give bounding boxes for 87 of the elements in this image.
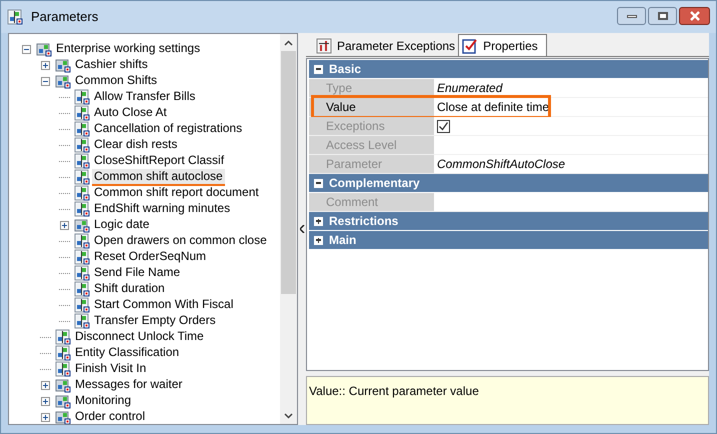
tree-item[interactable]: Finish Visit In [73, 360, 148, 378]
property-label: Parameter [326, 156, 382, 173]
parameter-icon [74, 89, 90, 105]
tree-item[interactable]: Auto Close At [92, 104, 169, 122]
tree-item[interactable]: Disconnect Unlock Time [73, 328, 206, 346]
tree-item[interactable]: Open drawers on common close [92, 232, 269, 250]
parameter-icon [55, 345, 71, 361]
category-header: Restrictions [329, 213, 398, 230]
collapse-toggle[interactable] [41, 76, 50, 86]
category-header: Main [329, 232, 356, 249]
minimize-button[interactable] [617, 7, 646, 25]
parameter-icon [74, 281, 90, 297]
expand-toggle[interactable] [41, 60, 50, 70]
parameter-icon [55, 329, 71, 345]
tree-item[interactable]: CloseShiftReport Classif [92, 152, 226, 170]
tree-item[interactable]: Common Shifts [73, 72, 160, 90]
parameter-icon [74, 313, 90, 329]
close-button[interactable] [679, 7, 710, 25]
close-icon [688, 11, 700, 21]
collapse-toggle[interactable] [314, 64, 323, 74]
checklist-icon [462, 38, 478, 54]
expand-toggle[interactable] [60, 220, 69, 230]
tree-item[interactable]: Transfer Empty Orders [92, 312, 218, 330]
parameter-icon [7, 9, 23, 25]
property-label: Access Level [326, 137, 397, 154]
tree-item[interactable]: Send File Name [92, 264, 182, 282]
description-text: Value:: Current parameter value [309, 384, 479, 398]
folder-settings-icon [36, 41, 52, 57]
collapse-toggle[interactable] [314, 178, 323, 188]
tree-item[interactable]: Start Common With Fiscal [92, 296, 236, 314]
folder-settings-icon [74, 217, 90, 233]
tree-item[interactable]: Allow Transfer Bills [92, 88, 198, 106]
expand-toggle[interactable] [314, 236, 323, 244]
parameter-icon [74, 201, 90, 217]
property-value[interactable]: CommonShiftAutoClose [437, 155, 566, 173]
tree-item[interactable]: Reset OrderSeqNum [92, 248, 208, 266]
checkbox[interactable] [437, 120, 450, 132]
parameter-icon [74, 297, 90, 313]
property-value[interactable]: Enumerated [437, 79, 502, 97]
property-label: Exceptions [326, 118, 385, 135]
category-header: Basic [329, 61, 362, 78]
expand-toggle[interactable] [41, 380, 50, 390]
tree-item[interactable]: EndShift warning minutes [92, 200, 232, 218]
chart-icon [316, 38, 332, 54]
tree-item[interactable]: Logic date [92, 216, 152, 234]
tree-item[interactable]: Monitoring [73, 392, 134, 410]
scroll-thumb[interactable] [281, 51, 296, 294]
scroll-down-icon [284, 412, 293, 418]
tab[interactable]: Properties [458, 34, 547, 56]
tree-item[interactable]: Enterprise working settings [54, 40, 202, 58]
tree-item[interactable]: Entity Classification [73, 344, 182, 362]
folder-settings-icon [55, 57, 71, 73]
collapse-left-icon [300, 225, 304, 233]
scrollbar[interactable] [280, 34, 297, 424]
tree-item[interactable]: Order control [73, 408, 148, 424]
tree-item[interactable]: Shift duration [92, 280, 167, 298]
parameter-icon [74, 153, 90, 169]
property-label: Value [326, 99, 356, 116]
window-title: Parameters [31, 8, 98, 26]
parameter-icon [74, 137, 90, 153]
parameter-icon [74, 233, 90, 249]
folder-settings-icon [55, 73, 71, 89]
tree-item[interactable]: Common shift report document [92, 184, 261, 202]
parameter-icon [74, 185, 90, 201]
parameter-icon [74, 105, 90, 121]
parameter-icon [74, 121, 90, 137]
tree-item[interactable]: Cancellation of registrations [92, 120, 244, 138]
folder-settings-icon [55, 377, 71, 393]
tree-item[interactable]: Messages for waiter [73, 376, 184, 394]
parameter-icon [55, 361, 71, 377]
expand-toggle[interactable] [41, 396, 50, 406]
category-header: Complementary [329, 175, 420, 192]
property-value[interactable]: Close at definite time [437, 98, 550, 116]
collapse-toggle[interactable] [22, 44, 31, 54]
tree-item[interactable]: Clear dish rests [92, 136, 180, 154]
scroll-up-icon [284, 40, 293, 46]
tree-item[interactable]: Cashier shifts [73, 56, 150, 74]
folder-settings-icon [55, 393, 71, 409]
parameter-icon [74, 169, 90, 185]
parameter-icon [74, 265, 90, 281]
parameter-icon [74, 249, 90, 265]
tree-item[interactable]: Common shift autoclose [92, 168, 225, 186]
property-label: Comment [326, 194, 378, 211]
maximize-button[interactable] [648, 7, 677, 25]
expand-toggle[interactable] [41, 412, 50, 422]
property-label: Type [326, 80, 352, 97]
expand-toggle[interactable] [314, 216, 323, 226]
